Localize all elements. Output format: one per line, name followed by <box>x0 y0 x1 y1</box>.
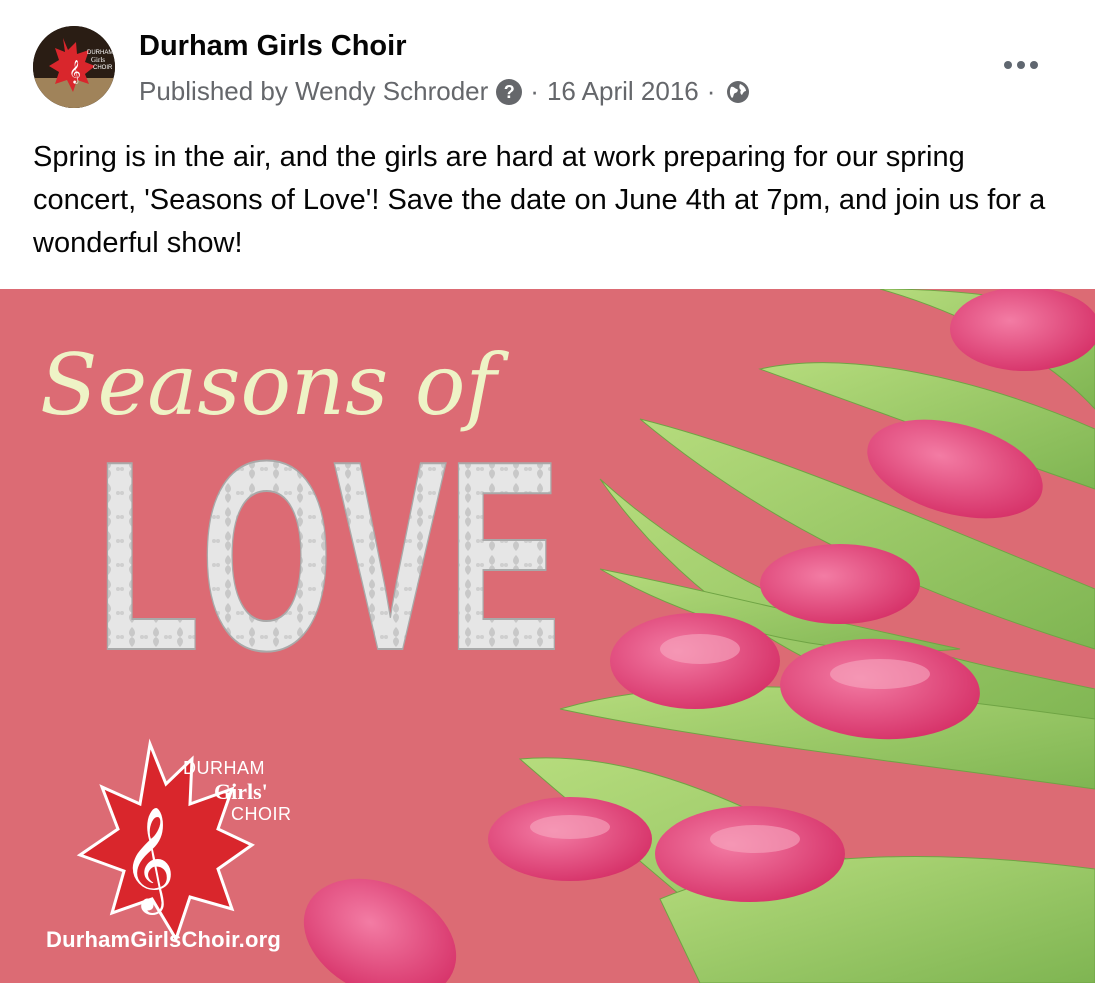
published-by-label: Published by Wendy Schroder <box>139 76 489 106</box>
post-date-link[interactable]: 16 April 2016 <box>547 76 699 107</box>
meta-separator: · <box>530 76 539 106</box>
page-name-link[interactable]: Durham Girls Choir <box>139 30 407 63</box>
poster-website: DurhamGirlsChoir.org <box>46 927 282 952</box>
logo-text-choir: CHOIR <box>231 804 292 824</box>
facebook-post: 𝄞 DURHAM Girls CHOIR Durham Girls Choir … <box>0 0 1095 983</box>
poster-artwork: Seasons of LOVE 𝄞 <box>0 289 1095 983</box>
more-options-icon[interactable] <box>998 50 1044 80</box>
post-image[interactable]: Seasons of LOVE 𝄞 DURHAM Girls' CHOIR Du… <box>0 289 1095 983</box>
post-meta: Published by Wendy Schroder ? · 16 April… <box>139 76 751 107</box>
logo-text-girls: Girls' <box>214 779 268 804</box>
svg-text:Girls: Girls <box>91 56 105 64</box>
globe-icon[interactable] <box>725 79 751 105</box>
svg-text:𝄞: 𝄞 <box>122 806 175 915</box>
logo-text-durham: DURHAM <box>183 758 265 778</box>
post-header: 𝄞 DURHAM Girls CHOIR Durham Girls Choir … <box>0 0 1095 120</box>
svg-text:CHOIR: CHOIR <box>93 65 113 71</box>
poster-block-title: LOVE <box>96 406 561 707</box>
help-icon[interactable]: ? <box>496 78 523 105</box>
meta-separator-2: · <box>706 76 716 106</box>
page-avatar[interactable]: 𝄞 DURHAM Girls CHOIR <box>33 26 115 108</box>
post-message: Spring is in the air, and the girls are … <box>33 141 1046 259</box>
svg-text:𝄞: 𝄞 <box>69 59 81 84</box>
